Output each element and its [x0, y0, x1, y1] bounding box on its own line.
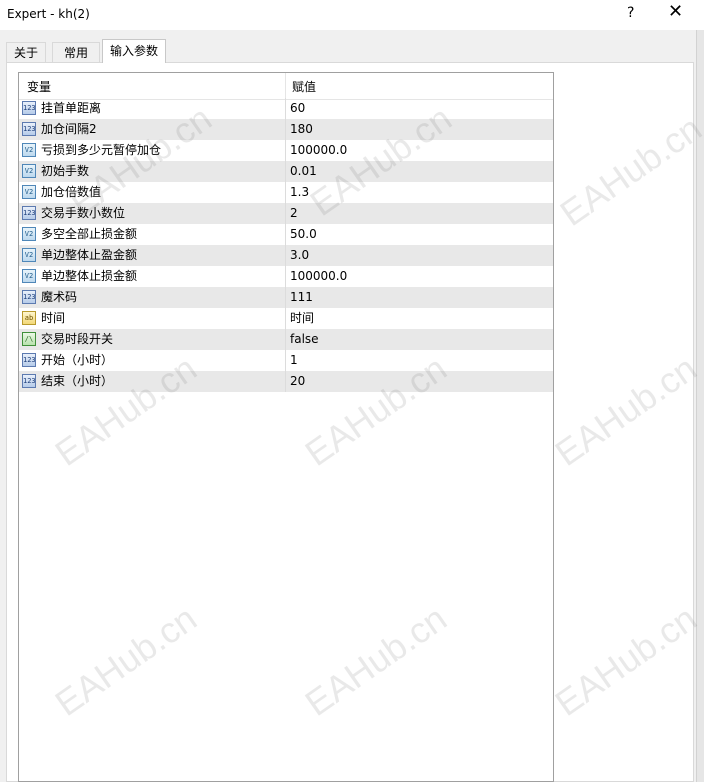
table-row[interactable]: 123 加仓间隔2 180 — [19, 119, 553, 140]
parameter-name: 交易手数小数位 — [41, 206, 126, 220]
type-int-icon: 123 — [22, 122, 36, 136]
parameter-value[interactable]: 111 — [290, 287, 313, 308]
parameter-name: 挂首单距离 — [41, 101, 102, 115]
column-separator — [285, 371, 286, 392]
column-separator — [285, 350, 286, 371]
column-separator — [285, 140, 286, 161]
type-str-icon: ab — [22, 311, 36, 325]
column-separator — [285, 287, 286, 308]
window-scrollbar[interactable] — [696, 30, 704, 782]
column-separator — [285, 182, 286, 203]
tab-about[interactable]: 关于 — [6, 42, 46, 62]
parameter-value[interactable]: false — [290, 329, 319, 350]
window-title: Expert - kh(2) — [7, 7, 90, 21]
table-row[interactable]: ab 时间 时间 — [19, 308, 553, 329]
table-row[interactable]: V2 单边整体止盈金额 3.0 — [19, 245, 553, 266]
table-row[interactable]: 123 交易手数小数位 2 — [19, 203, 553, 224]
header-value[interactable]: 赋值 — [292, 78, 316, 95]
parameter-value[interactable]: 3.0 — [290, 245, 309, 266]
tab-common[interactable]: 常用 — [52, 42, 100, 62]
parameter-value[interactable]: 50.0 — [290, 224, 317, 245]
parameter-name: 结束（小时） — [41, 374, 114, 388]
type-dbl-icon: V2 — [22, 248, 36, 262]
parameter-name: 单边整体止损金额 — [41, 269, 138, 283]
parameter-name: 加仓间隔2 — [41, 122, 97, 136]
column-separator — [285, 308, 286, 329]
table-row[interactable]: V2 单边整体止损金额 100000.0 — [19, 266, 553, 287]
table-row[interactable]: V2 初始手数 0.01 — [19, 161, 553, 182]
table-row[interactable]: V2 多空全部止损金额 50.0 — [19, 224, 553, 245]
type-dbl-icon: V2 — [22, 143, 36, 157]
column-separator — [285, 245, 286, 266]
parameter-name: 加仓倍数值 — [41, 185, 102, 199]
parameters-grid: 变量 赋值 123 挂首单距离 60 123 加仓间隔2 180 V2 亏损到多少元暂停加仓 1… — [18, 72, 554, 782]
parameter-name: 亏损到多少元暂停加仓 — [41, 143, 162, 157]
parameter-value[interactable]: 100000.0 — [290, 266, 347, 287]
parameter-value[interactable]: 180 — [290, 119, 313, 140]
type-bool-icon: /\ — [22, 332, 36, 346]
type-int-icon: 123 — [22, 374, 36, 388]
type-dbl-icon: V2 — [22, 227, 36, 241]
column-separator — [285, 329, 286, 350]
parameter-value[interactable]: 1.3 — [290, 182, 309, 203]
tab-inputs[interactable]: 输入参数 — [102, 39, 166, 63]
type-int-icon: 123 — [22, 206, 36, 220]
type-dbl-icon: V2 — [22, 185, 36, 199]
parameter-name: 魔术码 — [41, 290, 78, 304]
table-row[interactable]: 123 挂首单距离 60 — [19, 98, 553, 119]
table-row[interactable]: V2 亏损到多少元暂停加仓 100000.0 — [19, 140, 553, 161]
column-separator — [285, 98, 286, 119]
type-dbl-icon: V2 — [22, 269, 36, 283]
table-row[interactable]: 123 开始（小时） 1 — [19, 350, 553, 371]
help-button[interactable]: ? — [627, 5, 634, 21]
type-int-icon: 123 — [22, 353, 36, 367]
table-row[interactable]: 123 结束（小时） 20 — [19, 371, 553, 392]
parameter-name: 初始手数 — [41, 164, 90, 178]
type-dbl-icon: V2 — [22, 164, 36, 178]
table-row[interactable]: 123 魔术码 111 — [19, 287, 553, 308]
parameter-value[interactable]: 时间 — [290, 308, 314, 329]
parameter-name: 单边整体止盈金额 — [41, 248, 138, 262]
column-separator — [285, 266, 286, 287]
table-row[interactable]: /\ 交易时段开关 false — [19, 329, 553, 350]
parameter-name: 开始（小时） — [41, 353, 114, 367]
grid-header: 变量 赋值 — [19, 73, 553, 100]
parameter-value[interactable]: 20 — [290, 371, 305, 392]
parameter-value[interactable]: 1 — [290, 350, 298, 371]
header-variable[interactable]: 变量 — [27, 78, 51, 95]
parameter-value[interactable]: 0.01 — [290, 161, 317, 182]
parameter-name: 多空全部止损金额 — [41, 227, 138, 241]
parameter-name: 交易时段开关 — [41, 332, 114, 346]
column-separator — [285, 224, 286, 245]
parameter-value[interactable]: 2 — [290, 203, 298, 224]
column-separator — [285, 119, 286, 140]
column-separator — [285, 203, 286, 224]
parameter-value[interactable]: 100000.0 — [290, 140, 347, 161]
column-separator — [285, 161, 286, 182]
parameter-name: 时间 — [41, 311, 66, 325]
title-bar: Expert - kh(2) ? ✕ — [0, 0, 704, 30]
type-int-icon: 123 — [22, 101, 36, 115]
table-row[interactable]: V2 加仓倍数值 1.3 — [19, 182, 553, 203]
header-separator — [285, 73, 286, 99]
close-button[interactable]: ✕ — [668, 3, 683, 21]
parameter-value[interactable]: 60 — [290, 98, 305, 119]
type-int-icon: 123 — [22, 290, 36, 304]
